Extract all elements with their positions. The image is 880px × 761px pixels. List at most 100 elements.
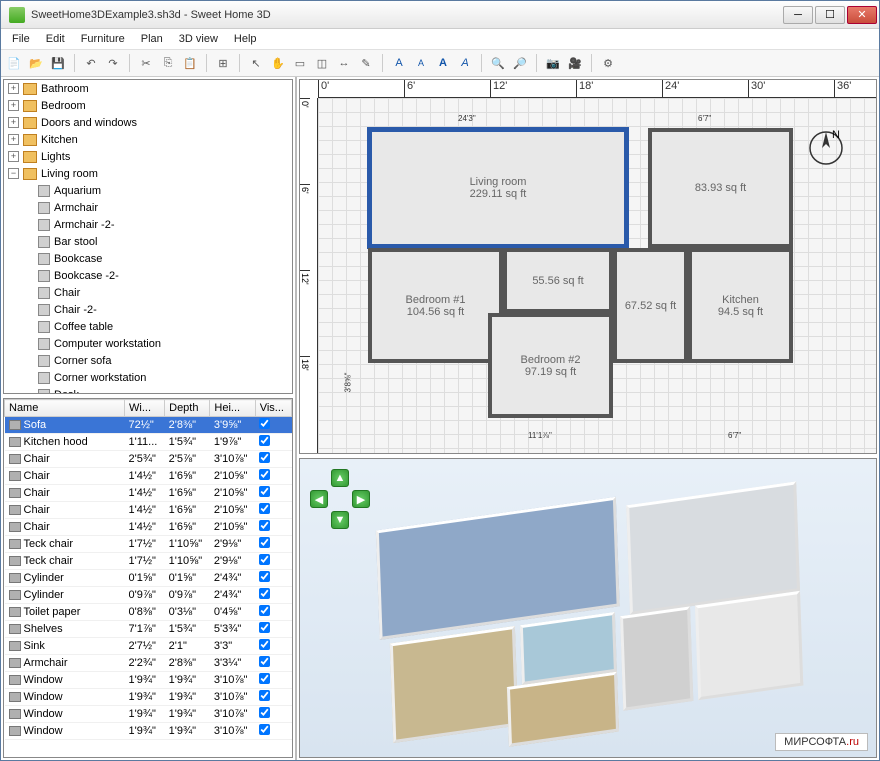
menu-help[interactable]: Help: [227, 31, 264, 47]
room-living-room[interactable]: Living room 229.11 sq ft: [368, 128, 628, 248]
column-header[interactable]: Hei...: [210, 400, 255, 417]
tree-item[interactable]: Bar stool: [4, 233, 292, 250]
visible-checkbox[interactable]: [259, 418, 270, 429]
table-row[interactable]: Sink2'7½"2'1"3'3": [5, 638, 292, 655]
table-row[interactable]: Window1'9¾"1'9¾"3'10⅞": [5, 689, 292, 706]
maximize-button[interactable]: ☐: [815, 6, 845, 24]
table-row[interactable]: Window1'9¾"1'9¾"3'10⅞": [5, 723, 292, 740]
table-row[interactable]: Window1'9¾"1'9¾"3'10⅞": [5, 672, 292, 689]
table-row[interactable]: Sofa72½"2'8⅜"3'9⅝": [5, 417, 292, 434]
table-row[interactable]: Chair1'4½"1'6⅝"2'10⅝": [5, 519, 292, 536]
visible-checkbox[interactable]: [259, 520, 270, 531]
room-kitchen[interactable]: Kitchen 94.5 sq ft: [688, 248, 793, 363]
column-header[interactable]: Vis...: [255, 400, 291, 417]
video-icon[interactable]: 🎥: [566, 54, 584, 72]
copy-icon[interactable]: ⎘: [159, 54, 177, 72]
tree-item[interactable]: Corner workstation: [4, 369, 292, 386]
room-icon[interactable]: ◫: [313, 54, 331, 72]
redo-icon[interactable]: ↷: [104, 54, 122, 72]
minimize-button[interactable]: ─: [783, 6, 813, 24]
visible-checkbox[interactable]: [259, 639, 270, 650]
tree-item[interactable]: Bookcase -2-: [4, 267, 292, 284]
visible-checkbox[interactable]: [259, 486, 270, 497]
table-row[interactable]: Toilet paper0'8⅜"0'3⅛"0'4⅝": [5, 604, 292, 621]
tree-category[interactable]: +Bathroom: [4, 80, 292, 97]
tree-item[interactable]: Chair -2-: [4, 301, 292, 318]
font-down-icon[interactable]: A: [412, 54, 430, 72]
visible-checkbox[interactable]: [259, 622, 270, 633]
nav-down-icon[interactable]: ▼: [331, 511, 349, 529]
settings-icon[interactable]: ⚙: [599, 54, 617, 72]
visible-checkbox[interactable]: [259, 588, 270, 599]
visible-checkbox[interactable]: [259, 469, 270, 480]
new-icon[interactable]: 📄: [5, 54, 23, 72]
table-row[interactable]: Teck chair1'7½"1'10⅝"2'9⅛": [5, 553, 292, 570]
room-2[interactable]: 83.93 sq ft: [648, 128, 793, 248]
table-row[interactable]: Cylinder0'9⅞"0'9⅞"2'4¾": [5, 587, 292, 604]
table-row[interactable]: Chair1'4½"1'6⅝"2'10⅝": [5, 502, 292, 519]
titlebar[interactable]: SweetHome3DExample3.sh3d - Sweet Home 3D…: [1, 1, 879, 29]
table-row[interactable]: Cylinder0'1⅝"0'1⅝"2'4¾": [5, 570, 292, 587]
italic-icon[interactable]: A: [456, 54, 474, 72]
visible-checkbox[interactable]: [259, 571, 270, 582]
view-3d[interactable]: ▲ ◀ ▶ ▼ МИРСОФТА.ru: [299, 458, 877, 758]
bold-icon[interactable]: A: [434, 54, 452, 72]
wall-icon[interactable]: ▭: [291, 54, 309, 72]
open-icon[interactable]: 📂: [27, 54, 45, 72]
table-row[interactable]: Chair1'4½"1'6⅝"2'10⅝": [5, 485, 292, 502]
table-row[interactable]: Shelves7'1⅞"1'5¾"5'3¾": [5, 621, 292, 638]
column-header[interactable]: Depth: [165, 400, 210, 417]
tree-item[interactable]: Desk: [4, 386, 292, 394]
close-button[interactable]: ✕: [847, 6, 877, 24]
visible-checkbox[interactable]: [259, 435, 270, 446]
visible-checkbox[interactable]: [259, 673, 270, 684]
save-icon[interactable]: 💾: [49, 54, 67, 72]
furniture-table[interactable]: NameWi...DepthHei...Vis... Sofa72½"2'8⅜"…: [3, 398, 293, 758]
visible-checkbox[interactable]: [259, 554, 270, 565]
tree-item[interactable]: Armchair -2-: [4, 216, 292, 233]
table-row[interactable]: Chair2'5¾"2'5⅞"3'10⅞": [5, 451, 292, 468]
expand-icon[interactable]: +: [8, 117, 19, 128]
visible-checkbox[interactable]: [259, 656, 270, 667]
house-3d[interactable]: [376, 469, 824, 758]
column-header[interactable]: Wi...: [125, 400, 165, 417]
tree-category[interactable]: +Lights: [4, 148, 292, 165]
zoom-out-icon[interactable]: 🔎: [511, 54, 529, 72]
room-5[interactable]: 67.52 sq ft: [613, 248, 688, 363]
paste-icon[interactable]: 📋: [181, 54, 199, 72]
visible-checkbox[interactable]: [259, 537, 270, 548]
tree-item[interactable]: Computer workstation: [4, 335, 292, 352]
zoom-in-icon[interactable]: 🔍: [489, 54, 507, 72]
tree-category[interactable]: +Doors and windows: [4, 114, 292, 131]
expand-icon[interactable]: +: [8, 83, 19, 94]
cut-icon[interactable]: ✂: [137, 54, 155, 72]
pan-icon[interactable]: ✋: [269, 54, 287, 72]
expand-icon[interactable]: +: [8, 151, 19, 162]
plan-grid[interactable]: Living room 229.11 sq ft 83.93 sq ft Bed…: [318, 98, 876, 453]
room-bedroom1[interactable]: Bedroom #1 104.56 sq ft: [368, 248, 503, 363]
table-row[interactable]: Window1'9¾"1'9¾"3'10⅞": [5, 706, 292, 723]
font-up-icon[interactable]: A: [390, 54, 408, 72]
nav-up-icon[interactable]: ▲: [331, 469, 349, 487]
visible-checkbox[interactable]: [259, 605, 270, 616]
menu-plan[interactable]: Plan: [134, 31, 170, 47]
tree-item[interactable]: Coffee table: [4, 318, 292, 335]
add-furniture-icon[interactable]: ⊞: [214, 54, 232, 72]
menu-file[interactable]: File: [5, 31, 37, 47]
tree-item[interactable]: Bookcase: [4, 250, 292, 267]
tree-category[interactable]: +Bedroom: [4, 97, 292, 114]
room-4[interactable]: 55.56 sq ft: [503, 248, 613, 313]
visible-checkbox[interactable]: [259, 690, 270, 701]
undo-icon[interactable]: ↶: [82, 54, 100, 72]
visible-checkbox[interactable]: [259, 452, 270, 463]
visible-checkbox[interactable]: [259, 707, 270, 718]
menu-3dview[interactable]: 3D view: [172, 31, 225, 47]
menu-furniture[interactable]: Furniture: [74, 31, 132, 47]
collapse-icon[interactable]: −: [8, 168, 19, 179]
expand-icon[interactable]: +: [8, 134, 19, 145]
select-icon[interactable]: ↖: [247, 54, 265, 72]
text-icon[interactable]: ✎: [357, 54, 375, 72]
tree-item[interactable]: Armchair: [4, 199, 292, 216]
plan-view[interactable]: 0'6'12'18'24'30'36' 0'6'12'18' Living ro…: [299, 79, 877, 454]
table-row[interactable]: Kitchen hood1'11...1'5¾"1'9⅞": [5, 434, 292, 451]
